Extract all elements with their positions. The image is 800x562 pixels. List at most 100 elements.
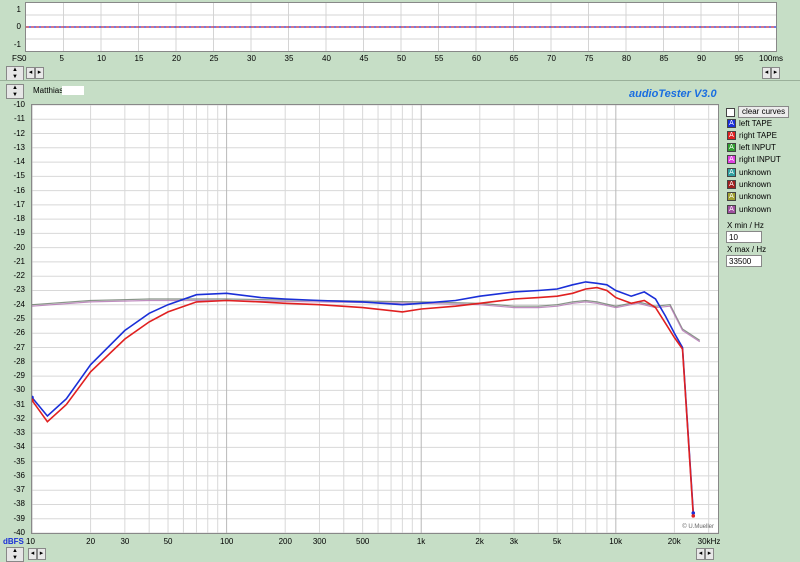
legend-label: left INPUT [739,143,776,153]
legend-item[interactable]: Aunknown [727,203,771,215]
top-x-label: 10 [97,54,106,63]
x-axis-label: 1k [416,537,426,546]
legend-item[interactable]: Aleft TAPE [727,117,772,129]
xmax-label: X max / Hz [727,245,767,254]
top-x-label: 80 [622,54,631,63]
name-redaction [62,86,84,95]
x-axis-label: 10k [609,537,623,546]
time-domain-plot[interactable] [25,2,777,52]
y-axis-label: -30 [13,385,25,395]
legend-item[interactable]: Aright TAPE [727,129,777,141]
bottom-scroll-far-left-button[interactable]: ◂ [696,548,705,560]
top-x-label: 95 [734,54,744,63]
frequency-response-svg [32,105,718,533]
legend-color-swatch[interactable]: A [727,167,736,177]
y-axis-label: -19 [13,228,25,238]
y-axis-label: -39 [13,513,25,523]
legend-item[interactable]: Aright INPUT [727,154,781,166]
y-axis-label: -31 [13,399,25,409]
y-axis-label: -26 [13,328,25,338]
app-title: audioTester V3.0 [629,88,717,100]
x-axis-label: 5k [552,537,562,546]
y-axis-label: -35 [13,456,25,466]
y-axis-label: -20 [13,242,25,252]
legend-label: right INPUT [739,155,781,165]
xmax-input[interactable] [726,255,762,267]
y-axis-label: -17 [13,199,25,209]
y-axis-label: -13 [13,142,25,152]
xmin-input[interactable] [726,231,762,243]
legend-label: unknown [739,204,772,214]
frequency-response-plot[interactable]: © U.Mueller [31,104,719,534]
legend-color-swatch[interactable]: A [727,204,736,214]
divider [0,80,800,81]
top-x-label: 75 [584,54,594,63]
top-scroll-far-left-button[interactable]: ◂ [762,67,771,79]
time-domain-svg [26,3,776,51]
x-axis-label: 10 [26,537,35,546]
legend-label: unknown [739,180,772,189]
top-x-label: 55 [434,54,444,63]
arrow-down-icon: ▼ [12,554,18,561]
top-x-label: 25 [209,54,219,63]
bottom-scroll-right-button[interactable]: ▸ [37,548,46,560]
main-x-axis-labels: dBFS 10 20 30 50 100 200 300 500 1k 2k 3k 5k 10k 20k 3… [0,537,800,549]
legend-label: unknown [739,167,772,177]
x-axis-label: 3k [509,537,519,546]
top-x-label: 40 [322,54,331,63]
y-axis-label: -12 [13,128,25,138]
y-axis-label: -14 [13,157,25,167]
top-x-label: 35 [284,54,294,63]
y-axis-label: -27 [13,342,25,352]
top-x-axis-labels: FS 0 5 10 15 20 25 30 35 40 45 50 55 60 65 70 75 80 85 90 9… [0,54,800,66]
bottom-scroll-left-button[interactable]: ◂ [28,548,37,560]
top-scroll-far-right-button[interactable]: ▸ [771,67,780,79]
x-axis-label: 30 [120,537,130,546]
x-axis-label: 20k [667,537,681,546]
y-axis-label: -11 [14,114,25,124]
y-axis-label: -33 [13,428,25,438]
top-x-label: 100ms [759,54,784,63]
legend-item[interactable]: Aleft INPUT [727,142,776,154]
clear-curves-checkbox[interactable] [726,107,735,117]
top-x-label: 90 [697,54,706,63]
top-x-label: 20 [172,54,181,63]
legend-label: left TAPE [739,118,773,128]
y-axis-label: -36 [13,470,25,480]
top-x-label: 70 [547,54,556,63]
legend-color-swatch[interactable]: A [727,155,736,165]
legend-item[interactable]: Aunknown [727,179,771,191]
y-axis-label: -25 [13,314,25,323]
legend-item[interactable]: Aunknown [727,191,771,203]
top-scroll-right-button[interactable]: ▸ [35,67,44,79]
x-axis-label: 30kHz [697,537,721,546]
top-x-label: 50 [397,54,406,63]
x-axis-label: 2k [475,537,484,546]
y-axis-label: -10 [13,100,25,109]
top-x-label: 65 [509,54,519,63]
legend-color-swatch[interactable]: A [727,143,736,153]
x-axis-label: 100 [220,537,234,546]
y-axis-label: -34 [13,442,25,452]
legend-color-swatch[interactable]: A [727,130,736,140]
y-unit-label: dBFS [3,537,24,546]
y-axis-label: -29 [13,371,25,381]
legend-label: right TAPE [739,130,777,140]
bottom-zoom-spinner[interactable]: ▲ ▼ [6,547,24,562]
y-axis-label: -21 [13,256,25,266]
legend-color-swatch[interactable]: A [727,180,736,189]
series-marker [691,514,696,518]
bottom-scroll-far-right-button[interactable]: ▸ [705,548,714,560]
legend-color-swatch[interactable]: A [727,192,736,202]
top-x-label: 5 [59,54,64,63]
y-axis-label: -28 [13,356,25,366]
copyright-text: © U.Mueller [682,524,714,530]
y-axis-label: -24 [13,299,25,309]
legend-color-swatch[interactable]: A [727,118,736,128]
series-line-right-input [32,299,701,343]
y-axis-label: -40 [13,528,25,537]
y-axis-label: -23 [13,285,25,295]
legend-item[interactable]: Aunknown [727,166,771,178]
y-axis-label: -22 [13,271,25,281]
top-x-label: 85 [659,54,669,63]
